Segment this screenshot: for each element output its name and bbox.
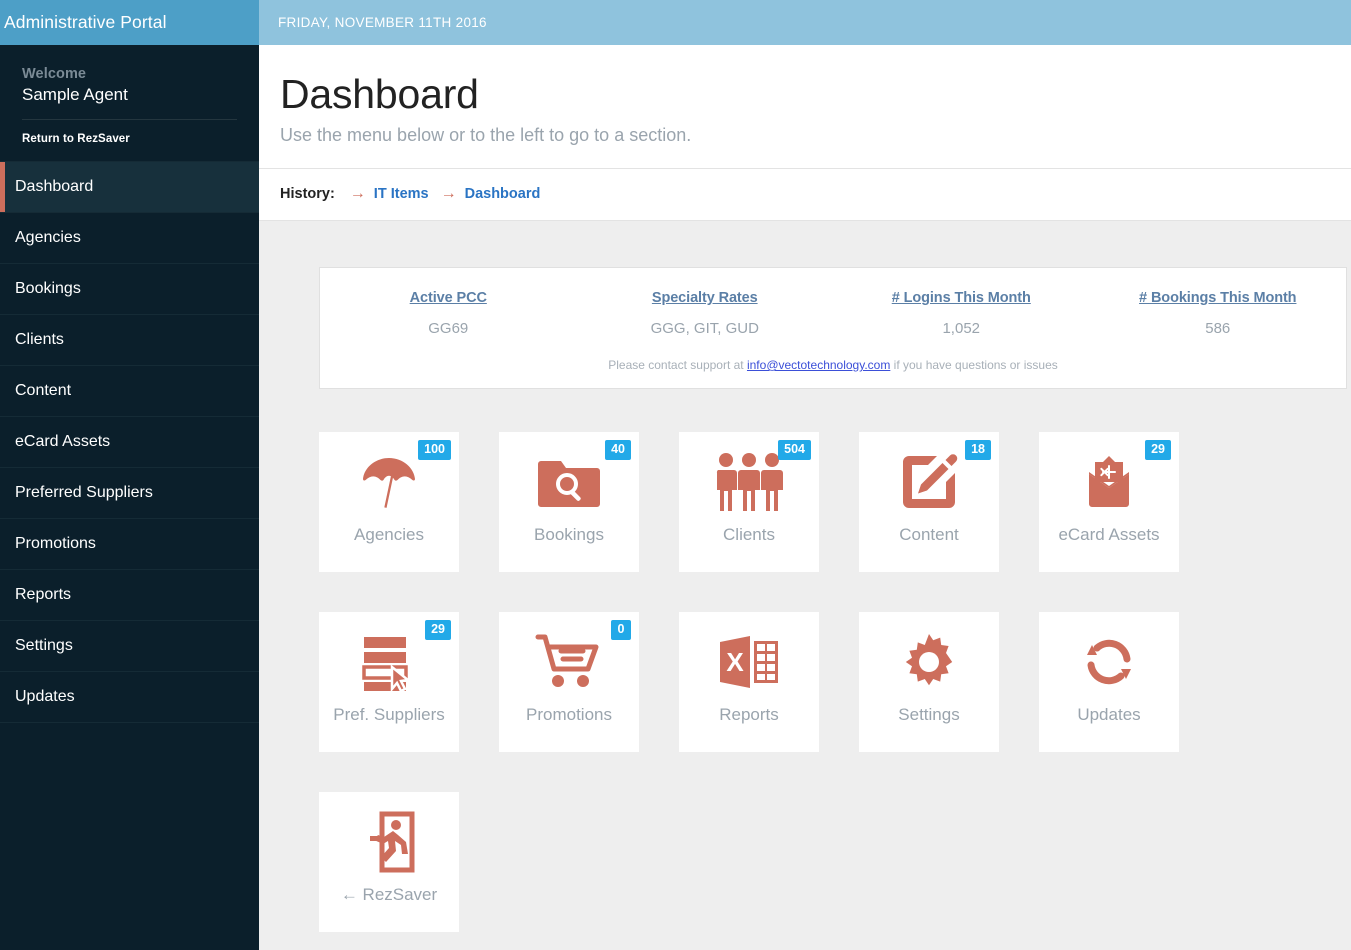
tile-badge: 18 [965,440,991,460]
sidebar-item-label: Promotions [15,535,96,553]
welcome-label: Welcome [22,66,87,82]
sidebar-item-reports[interactable]: Reports [0,570,259,622]
tile-label: ← RezSaver [340,885,438,905]
sidebar-item-label: Settings [15,637,73,655]
sidebar-item-label: Bookings [15,280,81,298]
breadcrumb-link-it-items[interactable]: IT Items [374,186,429,202]
tile-label: Updates [1077,705,1141,725]
stat-title[interactable]: Active PCC [320,290,577,306]
sidebar-item-label: Clients [15,331,64,349]
stat-title[interactable]: # Logins This Month [833,290,1090,306]
page-header: Dashboard Use the menu below or to the l… [259,45,1351,170]
support-note-prefix: Please contact support at [608,358,747,373]
tile-bookings[interactable]: 40 Bookings [499,432,639,573]
sidebar-item-promotions[interactable]: Promotions [0,519,259,571]
exit-door-icon [319,800,459,884]
history-label: History: [280,186,335,203]
tile-ecard-assets[interactable]: 29 eCard Assets [1039,432,1179,573]
sidebar-item-bookings[interactable]: Bookings [0,264,259,316]
sidebar-item-label: Updates [15,688,75,706]
tile-badge: 40 [605,440,631,460]
stat-value: 586 [1205,320,1231,338]
main-area: FRIDAY, NOVEMBER 11TH 2016 Dashboard Use… [259,0,1351,950]
stat-column: Specialty Rates GGG, GIT, GUD [577,290,834,337]
sidebar-item-content[interactable]: Content [0,366,259,418]
tile-label: Content [899,525,959,545]
tile-badge: 0 [611,620,631,640]
tile-label: Settings [898,705,960,725]
stat-value: GG69 [428,320,469,338]
tile-reports[interactable]: X Reports [679,612,819,753]
sidebar-item-settings[interactable]: Settings [0,621,259,673]
sidebar-nav: Dashboard Agencies Bookings Clients Content e… [0,161,259,724]
tile-label: eCard Assets [1058,525,1160,545]
tile-agencies[interactable]: 100 Agencies [319,432,459,573]
stat-title[interactable]: Specialty Rates [577,290,834,306]
app-root: Administrative Portal Welcome Sample Age… [0,0,1351,950]
sidebar-item-label: eCard Assets [15,433,111,451]
sidebar-item-label: Agencies [15,229,81,247]
arrow-right-icon: → [349,185,366,203]
gear-icon [859,620,999,704]
tile-badge: 29 [1145,440,1171,460]
breadcrumb: History: → IT Items → Dashboard [259,169,1351,222]
sidebar-item-label: Reports [15,586,72,604]
tile-settings[interactable]: Settings [859,612,999,753]
page-subtitle: Use the menu below or to the left to go … [280,125,692,146]
stats-panel: Active PCC GG69 Specialty Rates GGG, GIT, G… [319,267,1347,390]
tile-label: Bookings [534,525,604,545]
stat-column: # Bookings This Month 586 [1090,290,1347,337]
stat-column: Active PCC GG69 [320,290,577,337]
tile-badge: 100 [418,440,451,460]
stat-column: # Logins This Month 1,052 [833,290,1090,337]
sidebar-item-updates[interactable]: Updates [0,672,259,724]
sidebar-item-dashboard[interactable]: Dashboard [0,162,259,214]
welcome-block: Welcome Sample Agent Return to RezSaver [0,45,259,161]
stats-row: Active PCC GG69 Specialty Rates GGG, GIT, G… [320,290,1346,337]
return-to-rezsaver-link[interactable]: Return to RezSaver [22,120,237,145]
tile-badge: 29 [425,620,451,640]
tile-clients[interactable]: 504 Clients [679,432,819,573]
sidebar-item-label: Dashboard [15,178,94,196]
support-email-link[interactable]: info@vectotechnology.com [747,358,890,372]
content-area: Active PCC GG69 Specialty Rates GGG, GIT, G… [259,221,1351,950]
tile-promotions[interactable]: 0 Promotions [499,612,639,753]
tile-grid: 100 Agencies 40 Bookings 504 Clients 18 Content… [319,432,1349,933]
sidebar-item-clients[interactable]: Clients [0,315,259,367]
sidebar-filler [0,723,259,950]
stat-value: GGG, GIT, GUD [650,320,759,338]
tile-label: Agencies [354,525,424,545]
stat-value: 1,052 [942,320,981,338]
sidebar-item-agencies[interactable]: Agencies [0,213,259,265]
support-note: Please contact support at info@vectotech… [320,358,1346,372]
tile-label: Reports [719,705,779,725]
tile-content[interactable]: 18 Content [859,432,999,573]
tile-pref-suppliers[interactable]: 29 Pref. Suppliers [319,612,459,753]
topbar: FRIDAY, NOVEMBER 11TH 2016 [259,0,1351,45]
sidebar-item-label: Content [15,382,72,400]
tile-label: Pref. Suppliers [333,705,445,725]
page-title: Dashboard [280,71,479,117]
brand-title: Administrative Portal [4,12,167,32]
tile-label: Promotions [526,705,612,725]
sidebar-item-label: Preferred Suppliers [15,484,153,502]
tile-badge: 504 [778,440,811,460]
svg-text:X: X [726,647,744,677]
tile-updates[interactable]: Updates [1039,612,1179,753]
current-date: FRIDAY, NOVEMBER 11TH 2016 [278,15,487,30]
sidebar: Administrative Portal Welcome Sample Age… [0,0,259,950]
user-name: Sample Agent [22,85,128,105]
tile-rezsaver[interactable]: ← RezSaver [319,792,459,933]
sidebar-item-preferred-suppliers[interactable]: Preferred Suppliers [0,468,259,520]
support-note-suffix: if you have questions or issues [890,358,1058,373]
refresh-icon [1039,620,1179,704]
stat-title[interactable]: # Bookings This Month [1090,290,1347,306]
brand-header: Administrative Portal [0,0,259,45]
tile-label: Clients [723,525,775,545]
breadcrumb-link-dashboard[interactable]: Dashboard [465,186,541,202]
sidebar-item-ecard-assets[interactable]: eCard Assets [0,417,259,469]
spreadsheet-icon: X [679,620,819,704]
arrow-right-icon: → [440,185,457,203]
